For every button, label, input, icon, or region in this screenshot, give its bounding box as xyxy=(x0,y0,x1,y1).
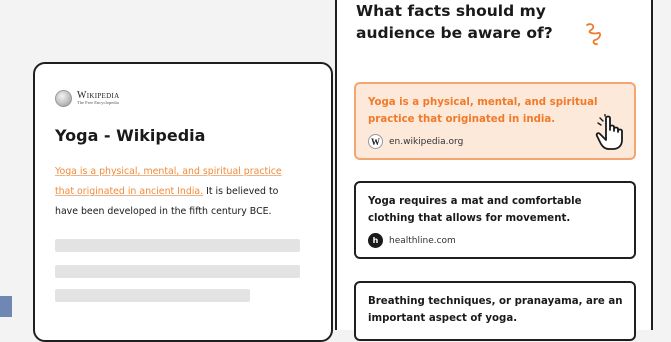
wikipedia-card: Wikipedia The Free Encyclopedia Yoga - W… xyxy=(33,62,333,342)
background-strip xyxy=(0,296,12,317)
article-intro: Yoga is a physical, mental, and spiritua… xyxy=(55,162,303,222)
wikipedia-tagline: The Free Encyclopedia xyxy=(77,100,119,106)
fact-text: Breathing techniques, or pranayama, are … xyxy=(368,296,623,324)
squiggle-arrow-icon xyxy=(586,23,602,46)
placeholder-line xyxy=(55,265,300,278)
fact-text: Yoga requires a mat and comfortable clot… xyxy=(368,196,582,224)
wikipedia-w-icon: W xyxy=(368,134,383,149)
page-title: Yoga - Wikipedia xyxy=(55,126,206,145)
healthline-h-icon: h xyxy=(368,233,383,248)
fact-text: Yoga is a physical, mental, and spiritua… xyxy=(368,97,598,125)
placeholder-line xyxy=(55,239,300,252)
wikipedia-logo: Wikipedia The Free Encyclopedia xyxy=(55,90,119,107)
facts-panel: What facts should my audience be aware o… xyxy=(335,0,653,341)
fact-source: h healthline.com xyxy=(368,233,456,248)
panel-question: What facts should my audience be aware o… xyxy=(356,2,553,42)
fact-source-label: healthline.com xyxy=(389,235,456,246)
fact-source: W en.wikipedia.org xyxy=(368,134,463,149)
fact-card[interactable]: Breathing techniques, or pranayama, are … xyxy=(354,281,636,341)
placeholder-line xyxy=(55,289,250,302)
hand-pointer-cursor-icon xyxy=(595,114,623,150)
fact-source-label: en.wikipedia.org xyxy=(389,136,464,147)
fact-card[interactable]: Yoga requires a mat and comfortable clot… xyxy=(354,181,636,259)
fact-card-selected[interactable]: Yoga is a physical, mental, and spiritua… xyxy=(354,82,636,160)
wikipedia-globe-icon xyxy=(55,90,72,107)
